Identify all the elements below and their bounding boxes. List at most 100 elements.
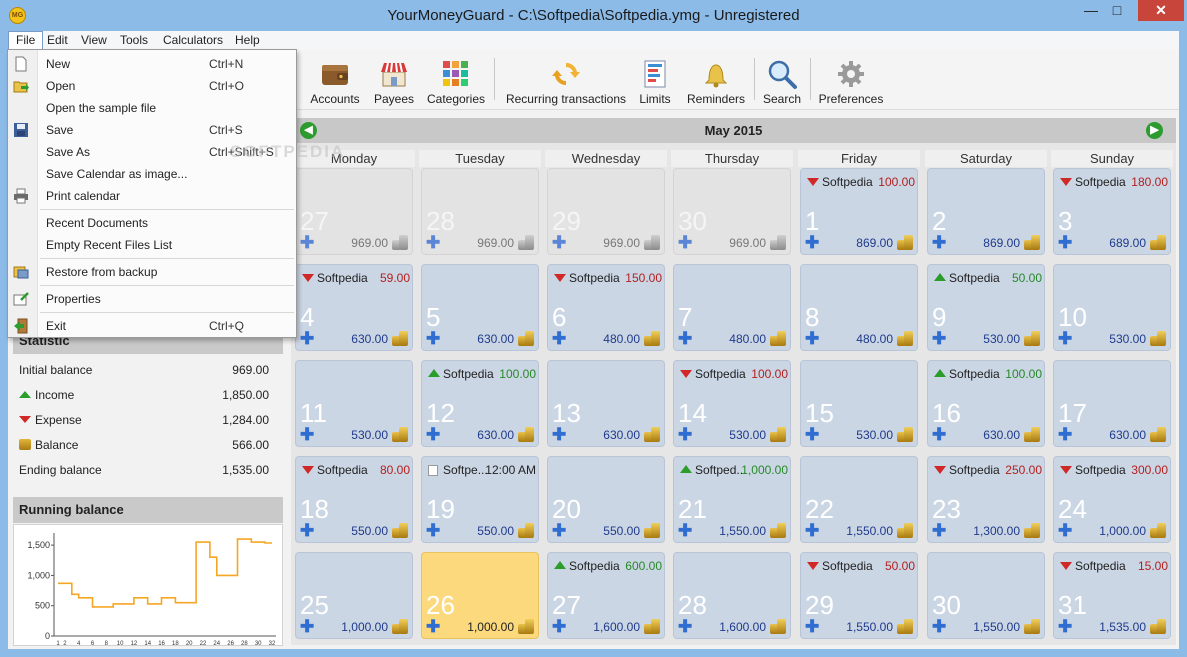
add-transaction-plus-icon[interactable]: ✚ (932, 618, 946, 635)
search-button[interactable]: Search (760, 52, 804, 108)
menu-properties[interactable]: Properties (8, 288, 296, 310)
add-transaction-plus-icon[interactable]: ✚ (552, 330, 566, 347)
menu-edit[interactable]: Edit (40, 31, 75, 50)
calendar-day-cell[interactable]: 29 ✚ 969.00 (547, 168, 665, 255)
calendar-day-cell[interactable]: 7 ✚ 480.00 (673, 264, 791, 351)
calendar-day-cell[interactable]: 20 ✚ 550.00 (547, 456, 665, 543)
calendar-day-cell[interactable]: Softpe... 12:00 AM 19 ✚ 550.00 (421, 456, 539, 543)
menu-exit[interactable]: Exit Ctrl+Q (8, 315, 296, 337)
calendar-day-cell[interactable]: 25 ✚ 1,000.00 (295, 552, 413, 639)
add-transaction-plus-icon[interactable]: ✚ (426, 234, 440, 251)
accounts-button[interactable]: Accounts (304, 52, 366, 108)
menu-restore-backup[interactable]: Restore from backup (8, 261, 296, 283)
add-transaction-plus-icon[interactable]: ✚ (300, 522, 314, 539)
transaction-entry[interactable]: Softpedia 600.00 (554, 559, 662, 575)
calendar-day-cell[interactable]: Softpedia 100.00 16 ✚ 630.00 (927, 360, 1045, 447)
add-transaction-plus-icon[interactable]: ✚ (1058, 234, 1072, 251)
add-transaction-plus-icon[interactable]: ✚ (426, 522, 440, 539)
calendar-day-cell[interactable]: 15 ✚ 530.00 (800, 360, 918, 447)
calendar-day-cell[interactable]: 10 ✚ 530.00 (1053, 264, 1171, 351)
calendar-day-cell[interactable]: Softpedia 15.00 31 ✚ 1,535.00 (1053, 552, 1171, 639)
add-transaction-plus-icon[interactable]: ✚ (805, 522, 819, 539)
menu-file[interactable]: File (8, 31, 44, 50)
add-transaction-plus-icon[interactable]: ✚ (932, 234, 946, 251)
transaction-entry[interactable]: Softpedia 59.00 (302, 271, 410, 287)
transaction-entry[interactable]: Softpedia 250.00 (934, 463, 1042, 479)
add-transaction-plus-icon[interactable]: ✚ (805, 330, 819, 347)
menu-new[interactable]: New Ctrl+N (8, 53, 296, 75)
calendar-day-cell[interactable]: 28 ✚ 1,600.00 (673, 552, 791, 639)
calendar-day-cell[interactable]: 5 ✚ 630.00 (421, 264, 539, 351)
close-button[interactable]: ✕ (1138, 0, 1184, 21)
menu-open-sample[interactable]: Open the sample file (8, 97, 296, 119)
add-transaction-plus-icon[interactable]: ✚ (300, 426, 314, 443)
transaction-entry[interactable]: Softpe... 12:00 AM (428, 463, 536, 479)
categories-button[interactable]: Categories (424, 52, 488, 108)
add-transaction-plus-icon[interactable]: ✚ (552, 234, 566, 251)
add-transaction-plus-icon[interactable]: ✚ (1058, 330, 1072, 347)
calendar-day-cell[interactable]: Softpedia 80.00 18 ✚ 550.00 (295, 456, 413, 543)
transaction-entry[interactable]: Softpedia 150.00 (554, 271, 662, 287)
calendar-day-cell[interactable]: Softpedia 600.00 27 ✚ 1,600.00 (547, 552, 665, 639)
add-transaction-plus-icon[interactable]: ✚ (1058, 426, 1072, 443)
calendar-day-cell[interactable]: Softpedia 100.00 1 ✚ 869.00 (800, 168, 918, 255)
calendar-day-cell[interactable]: 22 ✚ 1,550.00 (800, 456, 918, 543)
calendar-day-cell[interactable]: 13 ✚ 630.00 (547, 360, 665, 447)
calendar-day-cell[interactable]: 28 ✚ 969.00 (421, 168, 539, 255)
add-transaction-plus-icon[interactable]: ✚ (932, 330, 946, 347)
add-transaction-plus-icon[interactable]: ✚ (678, 426, 692, 443)
add-transaction-plus-icon[interactable]: ✚ (678, 522, 692, 539)
transaction-entry[interactable]: Softpedia 100.00 (680, 367, 788, 383)
menu-view[interactable]: View (74, 31, 114, 50)
transaction-entry[interactable]: Softpedia 100.00 (934, 367, 1042, 383)
menu-empty-recent[interactable]: Empty Recent Files List (8, 234, 296, 256)
transaction-entry[interactable]: Softpedia 80.00 (302, 463, 410, 479)
calendar-day-cell[interactable]: 30 ✚ 969.00 (673, 168, 791, 255)
transaction-entry[interactable]: Softpedia 300.00 (1060, 463, 1168, 479)
menu-save[interactable]: Save Ctrl+S (8, 119, 296, 141)
add-transaction-plus-icon[interactable]: ✚ (678, 330, 692, 347)
transaction-entry[interactable]: Softpedia 180.00 (1060, 175, 1168, 191)
transaction-entry[interactable]: Softpedia 50.00 (807, 559, 915, 575)
calendar-day-cell[interactable]: 11 ✚ 530.00 (295, 360, 413, 447)
payees-button[interactable]: Payees (368, 52, 420, 108)
menu-save-calendar-image[interactable]: Save Calendar as image... (8, 163, 296, 185)
add-transaction-plus-icon[interactable]: ✚ (805, 234, 819, 251)
menu-open[interactable]: Open Ctrl+O (8, 75, 296, 97)
add-transaction-plus-icon[interactable]: ✚ (805, 618, 819, 635)
calendar-day-cell[interactable]: Softpedia 100.00 12 ✚ 630.00 (421, 360, 539, 447)
transaction-entry[interactable]: Softpedia 50.00 (934, 271, 1042, 287)
add-transaction-plus-icon[interactable]: ✚ (426, 618, 440, 635)
calendar-day-cell[interactable]: Softpedia 50.00 9 ✚ 530.00 (927, 264, 1045, 351)
calendar-day-cell-today[interactable]: 26 ✚ 1,000.00 (421, 552, 539, 639)
menu-print-calendar[interactable]: Print calendar (8, 185, 296, 207)
calendar-day-cell[interactable]: Softpedia 100.00 14 ✚ 530.00 (673, 360, 791, 447)
calendar-day-cell[interactable]: Softpedia 300.00 24 ✚ 1,000.00 (1053, 456, 1171, 543)
calendar-day-cell[interactable]: Softpedia 180.00 3 ✚ 689.00 (1053, 168, 1171, 255)
add-transaction-plus-icon[interactable]: ✚ (426, 426, 440, 443)
limits-button[interactable]: Limits (634, 52, 676, 108)
add-transaction-plus-icon[interactable]: ✚ (300, 618, 314, 635)
menu-tools[interactable]: Tools (113, 31, 155, 50)
preferences-button[interactable]: Preferences (816, 52, 886, 108)
transaction-entry[interactable]: Softpedia 15.00 (1060, 559, 1168, 575)
menu-recent-documents[interactable]: Recent Documents (8, 212, 296, 234)
calendar-day-cell[interactable]: 27 ✚ 969.00 (295, 168, 413, 255)
menu-help[interactable]: Help (228, 31, 267, 50)
recurring-transactions-button[interactable]: Recurring transactions (502, 52, 630, 108)
calendar-day-cell[interactable]: 17 ✚ 630.00 (1053, 360, 1171, 447)
add-transaction-plus-icon[interactable]: ✚ (932, 522, 946, 539)
add-transaction-plus-icon[interactable]: ✚ (805, 426, 819, 443)
add-transaction-plus-icon[interactable]: ✚ (426, 330, 440, 347)
add-transaction-plus-icon[interactable]: ✚ (552, 522, 566, 539)
add-transaction-plus-icon[interactable]: ✚ (1058, 522, 1072, 539)
menu-calculators[interactable]: Calculators (156, 31, 230, 50)
add-transaction-plus-icon[interactable]: ✚ (678, 234, 692, 251)
transaction-entry[interactable]: Softped... 1,000.00 (680, 463, 788, 479)
calendar-day-cell[interactable]: Softped... 1,000.00 21 ✚ 1,550.00 (673, 456, 791, 543)
calendar-day-cell[interactable]: 2 ✚ 869.00 (927, 168, 1045, 255)
calendar-day-cell[interactable]: Softpedia 150.00 6 ✚ 480.00 (547, 264, 665, 351)
maximize-button[interactable]: □ (1104, 0, 1130, 21)
calendar-day-cell[interactable]: Softpedia 50.00 29 ✚ 1,550.00 (800, 552, 918, 639)
add-transaction-plus-icon[interactable]: ✚ (932, 426, 946, 443)
